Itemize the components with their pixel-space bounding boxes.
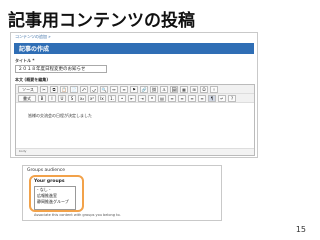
toolbar-button[interactable]: 📄: [70, 86, 78, 93]
toolbar-button[interactable]: 🔍: [100, 86, 108, 93]
toolbar-button[interactable]: ¶: [208, 95, 216, 102]
groups-heading: Groups audience: [27, 168, 66, 173]
toolbar-button[interactable]: 🔗: [140, 86, 148, 93]
toolbar-button[interactable]: ⧉: [50, 86, 58, 93]
page-number: 15: [295, 225, 306, 234]
toolbar-button[interactable]: I: [48, 95, 56, 102]
editor-screenshot: コンテンツの追加 » 記事の作成 タイトル * ２０１８年度日程変更のお知らせ …: [10, 32, 258, 158]
toolbar-row-2: 書式 B I U Sx₂ x² Ix 1. • ⇤ ⇥ ❝ ▤ ≡ ≡ ≡ ≡ ¶ ↵?: [16, 94, 254, 103]
toolbar-button[interactable]: 📋: [60, 86, 68, 93]
toolbar-button[interactable]: •: [118, 95, 126, 102]
groups-label: Your groups: [34, 179, 65, 184]
toolbar-button[interactable]: Ω: [200, 86, 208, 93]
toolbar-button[interactable]: ↵: [218, 95, 226, 102]
editor-status-bar: body: [16, 148, 254, 155]
format-dropdown[interactable]: 書式: [18, 95, 36, 102]
title-input[interactable]: ２０１８年度日程変更のお知らせ: [15, 65, 107, 73]
groups-select[interactable]: - なし - 広報推進室 静岡推進グループ: [34, 186, 76, 210]
toolbar-button[interactable]: ⇤: [128, 95, 136, 102]
status-path: body: [19, 149, 27, 153]
groups-screenshot: Groups audience Your groups - なし - 広報推進室…: [22, 165, 222, 221]
toolbar-button[interactable]: x₂: [78, 95, 86, 102]
toolbar-button[interactable]: ⛓: [150, 86, 158, 93]
toolbar-button[interactable]: ⊞: [190, 86, 198, 93]
toolbar-button[interactable]: ?: [228, 95, 236, 102]
toolbar-button[interactable]: B: [38, 95, 46, 102]
toolbar-button[interactable]: ≡: [178, 95, 186, 102]
toolbar-button[interactable]: ≡: [188, 95, 196, 102]
toolbar-button[interactable]: ⤻: [90, 86, 98, 93]
breadcrumb[interactable]: コンテンツの追加 »: [15, 34, 51, 40]
toolbar-button[interactable]: x²: [88, 95, 96, 102]
group-option[interactable]: 静岡推進グループ: [35, 199, 75, 205]
page-header: 記事の作成: [14, 43, 254, 54]
toolbar-button[interactable]: ▦: [180, 86, 188, 93]
toolbar-button[interactable]: U: [58, 95, 66, 102]
toolbar-button[interactable]: 🖼: [170, 86, 178, 93]
rich-text-editor[interactable]: ソース ✂ ⧉ 📋 📄 ⤺ ⤻ 🔍 ↔ ≡ ⚑ 🔗 ⛓ ⚓ 🖼 ▦ ⊞ Ω ⁞ 書式 B I U Sx₂ x² Ix 1. • ⇤ ⇥…: [15, 84, 255, 156]
title-label: タイトル *: [15, 58, 35, 63]
page-title: 記事の作成: [19, 46, 50, 53]
toolbar-button[interactable]: ⁞: [210, 86, 218, 93]
toolbar-button[interactable]: ≡: [198, 95, 206, 102]
toolbar-button[interactable]: ≡: [120, 86, 128, 93]
toolbar-button[interactable]: ⤺: [80, 86, 88, 93]
slide-title: 記事用コンテンツの投稿: [8, 11, 195, 31]
toolbar-button[interactable]: ❝: [148, 95, 156, 102]
toolbar-button[interactable]: ✂: [40, 86, 48, 93]
toolbar-button[interactable]: S: [68, 95, 76, 102]
toolbar-button[interactable]: 1.: [108, 95, 116, 102]
body-label: 本文 (概要を編集): [15, 77, 49, 82]
toolbar-button[interactable]: ≡: [168, 95, 176, 102]
toolbar-row-1: ソース ✂ ⧉ 📋 📄 ⤺ ⤻ 🔍 ↔ ≡ ⚑ 🔗 ⛓ ⚓ 🖼 ▦ ⊞ Ω ⁞: [16, 85, 254, 94]
source-button[interactable]: ソース: [18, 86, 38, 93]
editor-body-text[interactable]: 皆様の交流会の日程が決定しました: [28, 113, 92, 119]
groups-description: Associate this content with groups you b…: [34, 213, 121, 217]
toolbar-button[interactable]: ▤: [158, 95, 166, 102]
toolbar-button[interactable]: ⇥: [138, 95, 146, 102]
toolbar-button[interactable]: ↔: [110, 86, 118, 93]
toolbar-button[interactable]: Ix: [98, 95, 106, 102]
toolbar-button[interactable]: ⚑: [130, 86, 138, 93]
toolbar-button[interactable]: ⚓: [160, 86, 168, 93]
